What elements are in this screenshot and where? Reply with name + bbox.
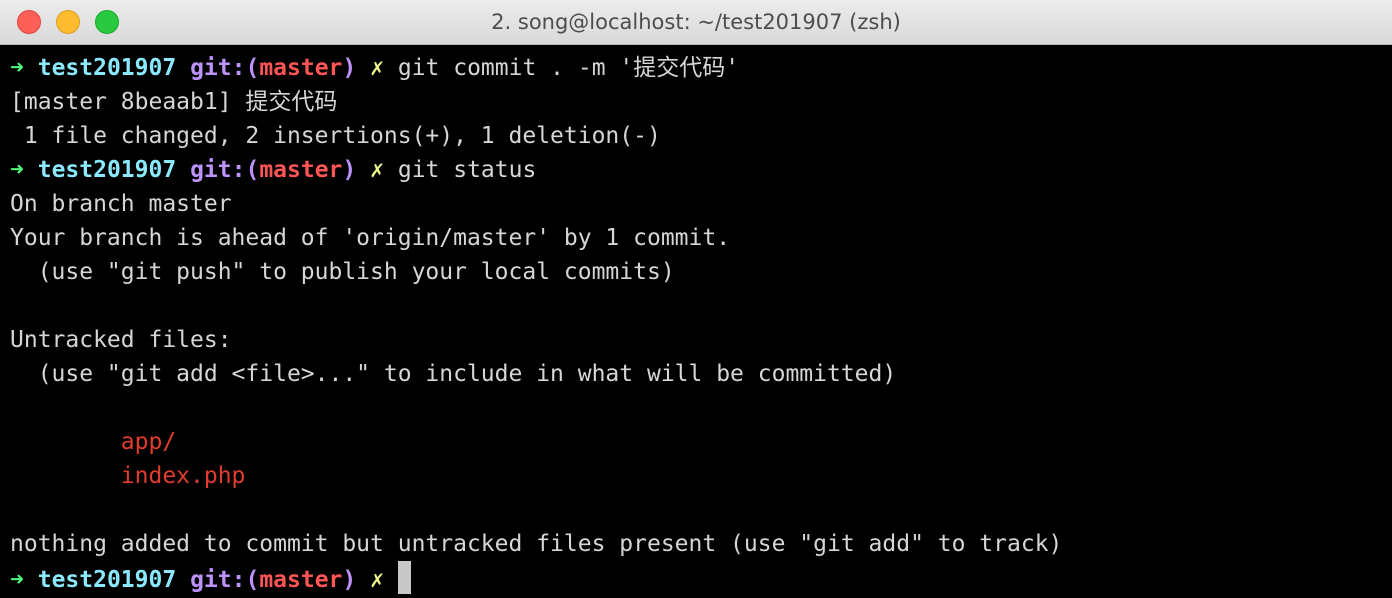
output-line: 1 file changed, 2 insertions(+), 1 delet…: [10, 123, 661, 149]
untracked-file-line: index.php: [10, 459, 1392, 493]
prompt-dirty-icon: ✗: [370, 567, 384, 593]
window-title: 2. song@localhost: ~/test201907 (zsh): [491, 10, 901, 34]
prompt-branch: master: [259, 567, 343, 593]
text-cursor[interactable]: [397, 561, 411, 594]
output-line: [master 8beaab1] 提交代码: [10, 89, 338, 115]
output-line: Untracked files:: [10, 327, 232, 353]
untracked-file-line: app/: [10, 425, 1392, 459]
output-line: (use "git push" to publish your local co…: [10, 259, 675, 285]
prompt-dir: test201907: [37, 567, 177, 593]
prompt-branch: master: [259, 55, 343, 81]
untracked-file: index.php: [120, 463, 246, 489]
prompt-dirty-icon: ✗: [370, 55, 384, 81]
output-line: On branch master: [10, 191, 232, 217]
output-line: nothing added to commit but untracked fi…: [10, 531, 1063, 557]
prompt-arrow-icon: ➜: [10, 157, 24, 183]
prompt-git-prefix: git:(: [190, 567, 260, 593]
prompt-git-suffix: ): [342, 55, 357, 81]
prompt-git-prefix: git:(: [190, 55, 260, 81]
prompt-dirty-icon: ✗: [370, 157, 384, 183]
prompt-git-prefix: git:(: [190, 157, 260, 183]
prompt-dir: test201907: [37, 55, 177, 81]
terminal-output[interactable]: ➜ test201907 git:(master) ✗ git commit .…: [10, 51, 1392, 595]
prompt-git-suffix: ): [342, 157, 357, 183]
command-text: git status: [397, 157, 537, 183]
prompt-git-suffix: ): [342, 567, 357, 593]
prompt-arrow-icon: ➜: [10, 55, 24, 81]
prompt-line: ➜ test201907 git:(master) ✗ git commit .…: [10, 51, 1392, 85]
prompt-line[interactable]: ➜ test201907 git:(master) ✗: [10, 561, 1392, 595]
terminal-window: 2. song@localhost: ~/test201907 (zsh) ➜ …: [0, 0, 1392, 598]
output-line: (use "git add <file>..." to include in w…: [10, 361, 897, 387]
prompt-dir: test201907: [37, 157, 177, 183]
prompt-arrow-icon: ➜: [10, 567, 24, 593]
output-line: Your branch is ahead of 'origin/master' …: [10, 225, 731, 251]
command-text: git commit . -m '提交代码': [397, 55, 740, 81]
title-bar[interactable]: 2. song@localhost: ~/test201907 (zsh): [0, 0, 1392, 45]
untracked-file: app/: [120, 429, 177, 455]
prompt-branch: master: [259, 157, 343, 183]
prompt-line: ➜ test201907 git:(master) ✗ git status: [10, 153, 1392, 187]
